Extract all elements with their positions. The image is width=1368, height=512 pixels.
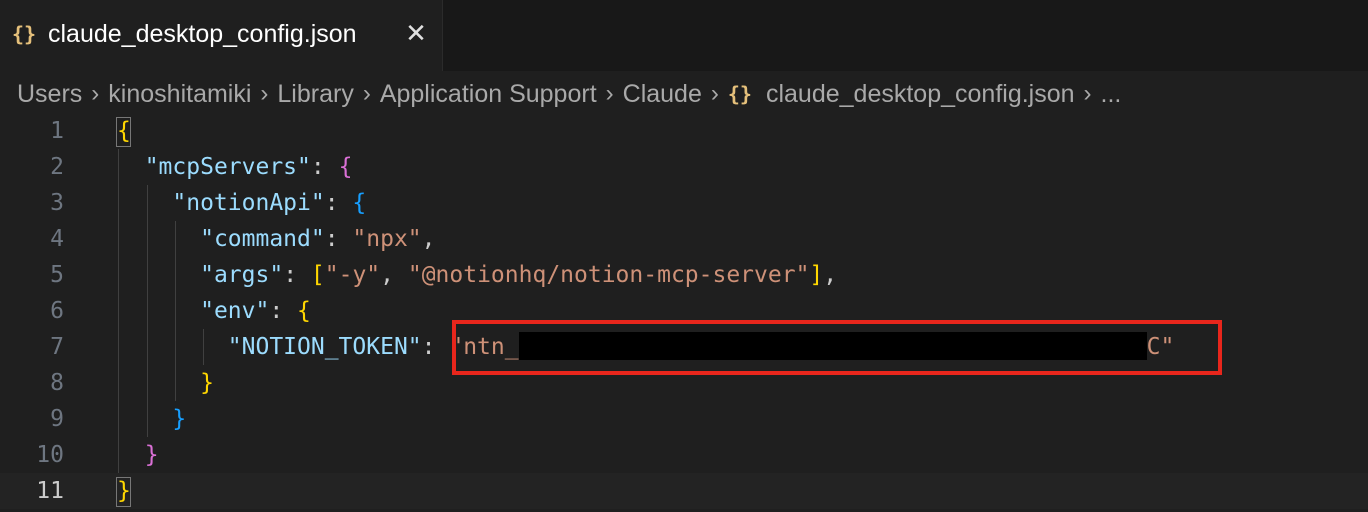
token-highlight-box (452, 320, 1222, 375)
tab-bar: {} claude_desktop_config.json ✕ (0, 0, 1368, 71)
chevron-right-icon: › (710, 80, 719, 107)
line-number: 4 (50, 226, 64, 252)
json-file-icon: {} (12, 22, 37, 46)
code-line: 3 "notionApi": { (0, 185, 1368, 221)
breadcrumb-library[interactable]: Library (277, 80, 353, 109)
tab-config-file[interactable]: {} claude_desktop_config.json ✕ (0, 0, 443, 71)
code-text: } (200, 370, 214, 396)
chevron-right-icon: › (362, 80, 371, 107)
bracket-match (116, 477, 131, 507)
line-number: 3 (50, 190, 64, 216)
breadcrumb-application-support[interactable]: Application Support (380, 80, 597, 109)
breadcrumb-user[interactable]: kinoshitamiki (108, 80, 251, 109)
code-text: "command": "npx", (200, 226, 436, 252)
breadcrumb-claude[interactable]: Claude (623, 80, 702, 109)
tab-label: claude_desktop_config.json (48, 20, 357, 48)
breadcrumb-more[interactable]: ... (1101, 80, 1122, 109)
line-number: 5 (50, 262, 64, 288)
line-number: 6 (50, 298, 64, 324)
line-number: 1 (50, 118, 64, 144)
breadcrumb: Users › kinoshitamiki › Library › Applic… (17, 78, 1121, 110)
line-number: 11 (36, 478, 64, 504)
close-icon[interactable]: ✕ (400, 16, 432, 52)
bracket-match (116, 117, 131, 147)
chevron-right-icon: › (1083, 80, 1092, 107)
chevron-right-icon: › (260, 80, 269, 107)
code-line-current: 11 } (0, 473, 1368, 509)
code-text: "args": ["-y", "@notionhq/notion-mcp-ser… (200, 262, 838, 288)
chevron-right-icon: › (91, 80, 100, 107)
code-line: 10 } (0, 437, 1368, 473)
code-text: } (144, 442, 159, 468)
line-number: 7 (50, 334, 64, 360)
code-line: 2 "mcpServers": { (0, 149, 1368, 185)
code-text: "mcpServers": { (144, 154, 353, 180)
code-line: 5 "args": ["-y", "@notionhq/notion-mcp-s… (0, 257, 1368, 293)
code-line: 9 } (0, 401, 1368, 437)
code-text: "env": { (200, 298, 311, 324)
line-number: 2 (50, 154, 64, 180)
chevron-right-icon: › (605, 80, 614, 107)
line-number: 9 (50, 406, 64, 432)
code-text: } (172, 406, 187, 432)
line-number: 10 (36, 442, 64, 468)
line-number: 8 (50, 370, 64, 396)
code-line: 4 "command": "npx", (0, 221, 1368, 257)
breadcrumb-users[interactable]: Users (17, 80, 82, 109)
code-text: "notionApi": { (172, 190, 367, 216)
json-file-icon: {} (727, 82, 752, 106)
breadcrumb-file[interactable]: claude_desktop_config.json (766, 80, 1075, 109)
code-editor[interactable]: 1 { 2 "mcpServers": { 3 "notionApi": { 4… (0, 113, 1368, 512)
code-line: 1 { (0, 113, 1368, 149)
